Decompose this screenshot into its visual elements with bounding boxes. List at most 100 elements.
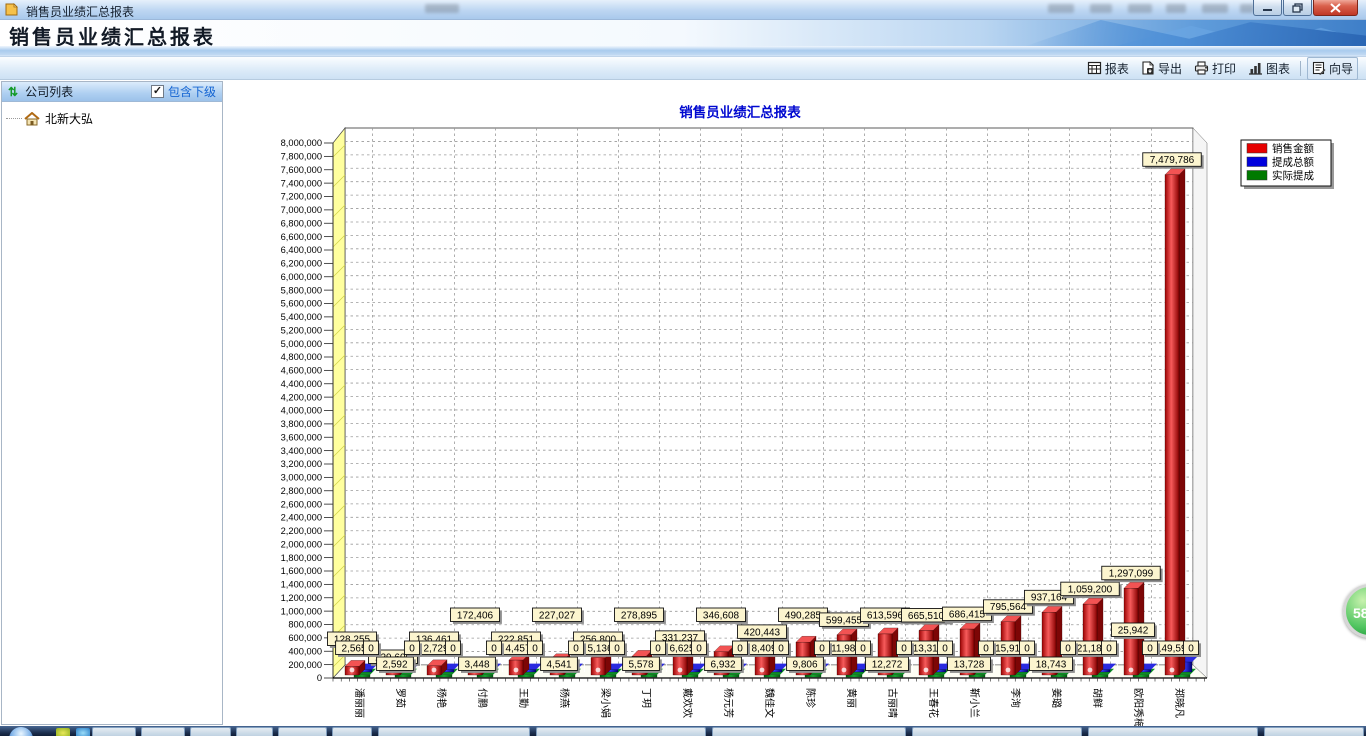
legend: 销售金额提成总额实际提成 [1241,140,1334,189]
label-text: 0 [491,643,497,654]
y-tick-label: 6,000,000 [281,272,322,282]
label-text: 0 [655,643,661,654]
y-tick-label: 400,000 [288,646,322,656]
minimize-button[interactable] [1253,0,1282,16]
include-sub-checkbox[interactable]: ✓ [151,85,164,98]
label-text: 1,059,200 [1068,585,1113,596]
restore-button[interactable] [1283,0,1312,16]
bar-gloss [350,668,355,673]
chart-icon [1248,61,1263,75]
label-text: 9,806 [792,659,817,670]
taskbar-window-button[interactable] [536,727,706,736]
x-category-label: 欧阳秀梅 [1132,688,1145,726]
bar-gloss [1088,668,1093,673]
print-button[interactable]: 打印 [1190,58,1240,79]
y-tick-label: 2,600,000 [281,499,322,509]
refresh-icon[interactable]: ⇅ [8,85,18,99]
taskbar-button[interactable] [190,727,231,736]
y-tick-label: 7,800,000 [281,152,322,162]
x-category-label: 姜璐 [1050,688,1063,708]
taskbar-tray-icon[interactable] [76,728,90,736]
taskbar-button[interactable] [278,727,327,736]
label-text: 278,895 [621,610,658,621]
x-category-label: 陈珍 [804,688,817,708]
taskbar-window-button[interactable] [1088,727,1258,736]
taskbar [0,726,1366,736]
label-text: 0 [1024,643,1030,654]
bar-sales [1083,604,1097,675]
label-text: 25,942 [1118,625,1149,636]
company-panel-header: ⇅ 公司列表 ✓ 包含下级 [2,82,222,102]
x-category-label: 李洵 [1009,688,1022,708]
taskbar-button[interactable] [236,727,273,736]
export-button[interactable]: 导出 [1137,58,1186,79]
blurred-menu-item [1048,4,1074,13]
bar-sales [591,658,605,675]
include-sub-label[interactable]: 包含下级 [168,83,216,100]
chart-region: 8,000,0007,800,0007,600,0007,400,0007,20… [228,80,1366,726]
y-tick-label: 7,200,000 [281,192,322,202]
y-tick-label: 3,800,000 [281,419,322,429]
legend-label: 实际提成 [1272,169,1314,182]
label-text: 0 [983,643,989,654]
y-tick-label: 3,200,000 [281,459,322,469]
taskbar-tray-icon[interactable] [56,728,70,736]
chart-button[interactable]: 图表 [1244,58,1294,79]
label-text: 1,297,099 [1109,569,1154,580]
taskbar-button[interactable] [332,727,372,736]
label-text: 227,027 [539,610,576,621]
labels-actual: 000000000000000000000 [363,641,1200,657]
bar-gloss [760,668,765,673]
blurred-menu-item [1240,4,1254,13]
label-text: 0 [778,643,784,654]
report-button[interactable]: 报表 [1083,58,1133,79]
y-tick-label: 1,000,000 [281,606,322,616]
x-category-label: 戴欢欢 [681,688,694,718]
bar-sales-side [1179,169,1185,675]
label-text: 3,448 [464,659,489,670]
bar-gloss [1170,668,1175,673]
tree-item-label: 北新大弘 [45,110,93,127]
titlebar: 销售员业绩汇总报表 [0,0,1366,20]
start-button[interactable] [9,727,33,736]
y-tick-label: 1,200,000 [281,593,322,603]
y-tick-label: 3,600,000 [281,432,322,442]
label-text: 0 [1147,643,1153,654]
legend-swatch [1247,171,1267,181]
blurred-menu-item [1166,4,1186,13]
x-category-label: 罗茹 [394,688,407,708]
taskbar-window-button[interactable] [378,727,530,736]
y-tick-label: 7,600,000 [281,165,322,175]
label-text: 0 [614,643,620,654]
label-text: 2,592 [382,659,407,670]
taskbar-window-button[interactable] [712,727,906,736]
taskbar-window-button[interactable] [912,727,1082,736]
tree-item-company[interactable]: 北新大弘 [6,110,222,127]
x-category-label: 杨艳 [435,688,448,708]
label-text: 0 [532,643,538,654]
taskbar-button[interactable] [141,727,185,736]
taskbar-window-button[interactable] [1264,727,1364,736]
label-text: 795,564 [990,602,1027,613]
blurred-menu-item [1128,4,1152,13]
y-tick-label: 4,800,000 [281,352,322,362]
close-button[interactable] [1313,0,1358,16]
y-tick-label: 7,000,000 [281,205,322,215]
y-tick-label: 3,000,000 [281,473,322,483]
label-text: 0 [737,643,743,654]
label-text: 0 [819,643,825,654]
y-tick-label: 2,000,000 [281,539,322,549]
y-tick-label: 3,400,000 [281,446,322,456]
x-category-label: 付鹏 [476,688,489,708]
y-tick-label: 600,000 [288,633,322,643]
blurred-text [425,4,459,13]
app-icon [5,2,20,17]
label-text: 0 [409,643,415,654]
export-icon [1141,61,1155,75]
toolbar: 报表 导出 打印 图表 向导 [0,57,1366,80]
x-category-label: 靳小兰 [968,688,981,718]
wizard-button[interactable]: 向导 [1307,57,1358,80]
legend-label: 销售金额 [1272,142,1314,155]
taskbar-button[interactable] [92,727,136,736]
bar-sales [509,660,523,675]
